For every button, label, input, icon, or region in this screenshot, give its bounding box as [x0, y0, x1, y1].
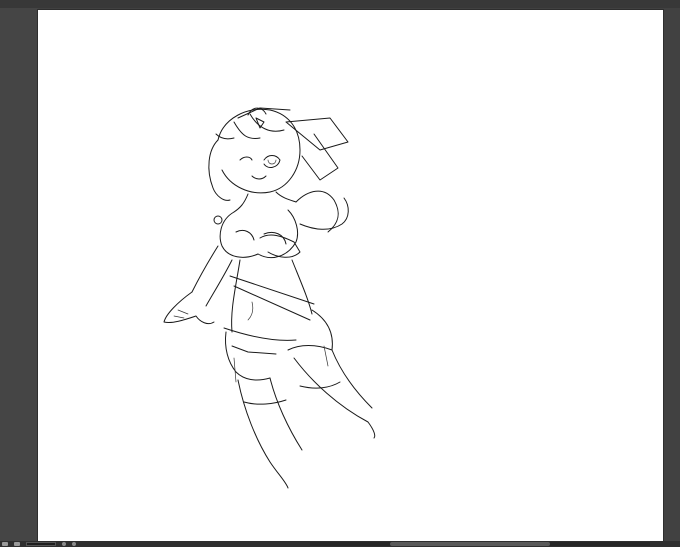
legs-sketch: [225, 309, 376, 489]
zoom-field[interactable]: [26, 542, 56, 546]
left-pasteboard: [0, 8, 38, 541]
navigator-icon[interactable]: [2, 542, 8, 546]
line-art-drawing: [163, 107, 376, 489]
zoom-icon[interactable]: [14, 542, 20, 546]
drawing-canvas[interactable]: [38, 10, 663, 541]
head-sketch: [208, 107, 349, 201]
rotate-icon[interactable]: [62, 542, 66, 546]
flip-icon[interactable]: [72, 542, 76, 546]
paint-app-window: [0, 0, 680, 547]
body-sketch: [163, 190, 349, 341]
right-pasteboard: [663, 8, 680, 541]
status-bar: [0, 541, 680, 547]
horizontal-scrollbar-thumb[interactable]: [390, 542, 550, 546]
top-toolbar-strip: [0, 0, 680, 8]
